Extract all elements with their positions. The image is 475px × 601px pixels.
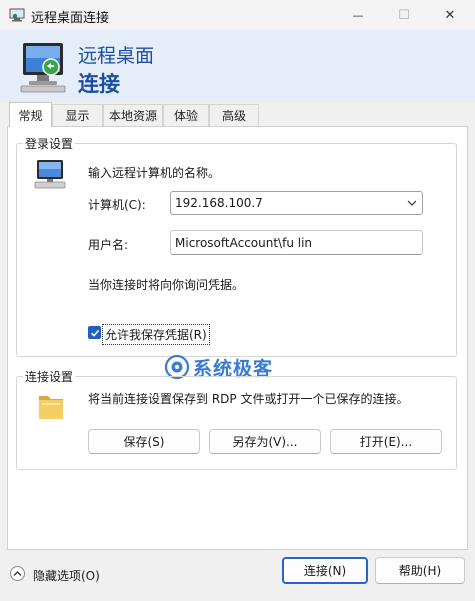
username-input[interactable] (170, 230, 423, 255)
save-credentials-label[interactable]: 允许我保存凭据(R) (102, 324, 210, 345)
credential-note: 当你连接时将向你询问凭据。 (88, 278, 245, 292)
hide-options-toggle[interactable] (10, 566, 25, 581)
close-button[interactable]: ✕ (427, 0, 473, 30)
connect-button[interactable]: 连接(N) (282, 557, 368, 584)
computer-label: 计算机(C): (88, 198, 146, 212)
tab-experience[interactable]: 体验 (163, 104, 209, 126)
window-title: 远程桌面连接 (31, 11, 110, 26)
connection-settings-group: 连接设置 (16, 368, 457, 470)
folder-icon (39, 396, 63, 419)
minimize-icon: — (352, 8, 364, 22)
save-button[interactable]: 保存(S) (88, 429, 200, 454)
connection-description: 将当前连接设置保存到 RDP 文件或打开一个已保存的连接。 (88, 392, 409, 406)
maximize-icon: ☐ (398, 7, 410, 23)
save-as-button[interactable]: 另存为(V)... (209, 429, 321, 454)
remote-desktop-app-icon (9, 8, 25, 22)
tab-general[interactable]: 常规 (9, 102, 52, 127)
header-title-line1: 远程桌面 (78, 45, 155, 67)
computer-value: 192.168.100.7 (175, 196, 263, 210)
maximize-button[interactable]: ☐ (381, 0, 427, 30)
computer-prompt: 输入远程计算机的名称。 (88, 166, 221, 180)
checkmark-icon (90, 329, 99, 337)
connection-settings-legend: 连接设置 (25, 370, 74, 384)
tab-advanced[interactable]: 高级 (209, 104, 259, 126)
monitor-icon (20, 43, 66, 93)
help-button[interactable]: 帮助(H) (375, 557, 465, 584)
login-settings-legend: 登录设置 (25, 137, 74, 151)
save-credentials-checkbox[interactable] (88, 326, 101, 339)
computer-combobox[interactable]: 192.168.100.7 (170, 191, 423, 215)
minimize-button[interactable]: — (335, 0, 381, 30)
open-button[interactable]: 打开(E)... (330, 429, 442, 454)
username-label: 用户名: (88, 238, 129, 252)
chevron-up-icon (13, 571, 22, 576)
header-title-line2: 连接 (78, 72, 120, 96)
header-banner: 远程桌面 连接 (0, 30, 475, 102)
tab-local-resources[interactable]: 本地资源 (103, 104, 163, 126)
tab-display[interactable]: 显示 (52, 104, 103, 126)
chevron-down-icon[interactable] (407, 198, 417, 208)
close-icon: ✕ (444, 7, 456, 23)
computer-icon (34, 160, 66, 189)
hide-options-label[interactable]: 隐藏选项(O) (33, 567, 100, 584)
